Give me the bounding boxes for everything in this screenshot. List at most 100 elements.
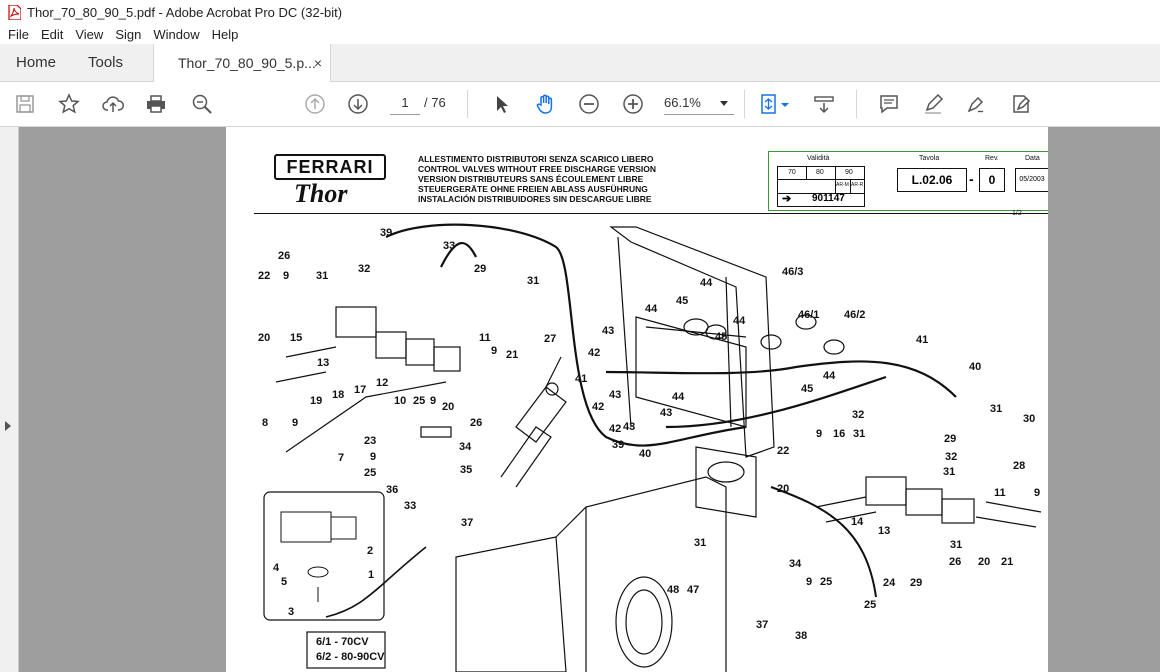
- zoom-out-icon[interactable]: [577, 92, 601, 116]
- callout-34: 34: [459, 441, 472, 453]
- callout-44c: 44: [672, 391, 685, 403]
- fit-page-icon[interactable]: [757, 92, 781, 116]
- expand-arrow-icon: [5, 421, 11, 431]
- callout-45: 45: [676, 295, 689, 307]
- left-panel-toggle[interactable]: [0, 127, 19, 672]
- callout-16: 16: [833, 428, 846, 440]
- tab-bar: Home Tools Thor_70_80_90_5.p... ×: [0, 44, 1160, 82]
- menu-edit[interactable]: Edit: [35, 27, 69, 42]
- callout-41b: 41: [916, 334, 929, 346]
- save-icon[interactable]: [13, 92, 37, 116]
- callout-46-3: 46/3: [782, 266, 804, 278]
- callout-9e: 9: [370, 451, 377, 463]
- tab-home[interactable]: Home: [16, 44, 56, 81]
- zoom-in-icon[interactable]: [621, 92, 645, 116]
- callout-31: 31: [527, 275, 540, 287]
- exploded-parts-drawing: [263, 223, 1042, 672]
- close-tab-icon[interactable]: ×: [314, 55, 322, 71]
- menu-bar: File Edit View Sign Window Help: [0, 24, 1160, 44]
- menu-help[interactable]: Help: [206, 27, 245, 42]
- callout-40: 40: [639, 448, 652, 460]
- callout-25: 25: [413, 395, 426, 407]
- toolbar-divider: [744, 90, 745, 118]
- callout-43d: 43: [623, 421, 636, 433]
- comment-icon[interactable]: [877, 92, 901, 116]
- menu-file[interactable]: File: [0, 27, 35, 42]
- zoom-out-magnifier-icon[interactable]: [190, 92, 214, 116]
- callout-21: 21: [506, 349, 519, 361]
- callout-5: 5: [281, 576, 288, 588]
- callout-35: 35: [460, 464, 473, 476]
- callout-42b: 42: [592, 401, 605, 413]
- menu-sign[interactable]: Sign: [109, 27, 147, 42]
- zoom-level-select[interactable]: 66.1%: [664, 92, 734, 115]
- menu-window[interactable]: Window: [147, 27, 205, 42]
- callout-31c: 31: [990, 403, 1003, 415]
- callout-20c: 20: [777, 483, 790, 495]
- callout-1: 1: [368, 569, 375, 581]
- inset-caption-80-90cv: 6/2 - 80-90CV: [316, 651, 385, 663]
- callout-41: 41: [575, 373, 588, 385]
- callout-25c: 25: [820, 576, 833, 588]
- callout-3: 3: [288, 606, 295, 618]
- callout-29b: 29: [944, 433, 957, 445]
- upload-cloud-icon[interactable]: [101, 92, 125, 116]
- callout-45b: 45: [715, 331, 728, 343]
- callout-44d: 44: [733, 315, 746, 327]
- edit-pdf-icon[interactable]: [1009, 92, 1033, 116]
- callout-44e: 44: [823, 370, 836, 382]
- window-title: Thor_70_80_90_5.pdf - Adobe Acrobat Pro …: [27, 4, 343, 20]
- callout-9c: 9: [430, 395, 437, 407]
- callout-32b: 32: [852, 409, 865, 421]
- menu-view[interactable]: View: [69, 27, 109, 42]
- callout-9d: 9: [292, 417, 299, 429]
- callout-9f: 9: [816, 428, 823, 440]
- callout-20d: 20: [978, 556, 991, 568]
- next-page-icon[interactable]: [346, 92, 370, 116]
- callout-22: 22: [258, 270, 271, 282]
- callout-31f: 31: [950, 539, 963, 551]
- callout-20b: 20: [442, 401, 455, 413]
- callout-45c: 45: [801, 383, 814, 395]
- callout-21b: 21: [1001, 556, 1014, 568]
- callout-14: 14: [851, 516, 864, 528]
- title-bar: Thor_70_80_90_5.pdf - Adobe Acrobat Pro …: [0, 0, 1160, 24]
- highlight-pen-icon[interactable]: [921, 92, 945, 116]
- scroll-mode-icon[interactable]: [812, 92, 836, 116]
- callout-26c: 26: [949, 556, 962, 568]
- fit-options-dropdown-icon[interactable]: [780, 92, 790, 116]
- print-icon[interactable]: [144, 92, 168, 116]
- previous-page-icon[interactable]: [303, 92, 327, 116]
- page-number-input[interactable]: 1: [390, 92, 420, 115]
- callout-37: 37: [461, 517, 474, 529]
- callout-29: 29: [474, 263, 487, 275]
- callout-11: 11: [479, 332, 491, 344]
- callout-28: 28: [1013, 460, 1026, 472]
- callout-19: 19: [310, 395, 323, 407]
- tab-document-label: Thor_70_80_90_5.p...: [178, 55, 316, 71]
- toolbar-divider: [467, 90, 468, 118]
- callout-40b: 40: [969, 361, 982, 373]
- callout-33: 33: [443, 240, 456, 252]
- callout-7: 7: [338, 452, 345, 464]
- callout-13: 13: [317, 357, 330, 369]
- bookmark-star-icon[interactable]: [57, 92, 81, 116]
- callout-38: 38: [795, 630, 808, 642]
- callout-33b: 33: [404, 500, 417, 512]
- callout-31e: 31: [853, 428, 866, 440]
- callout-42c: 42: [609, 423, 622, 435]
- callout-2: 2: [367, 545, 374, 557]
- callout-46-1: 46/1: [798, 309, 820, 321]
- sign-pen-icon[interactable]: [964, 92, 988, 116]
- callout-25d: 25: [864, 599, 877, 611]
- tab-document[interactable]: Thor_70_80_90_5.p... ×: [153, 44, 331, 82]
- select-cursor-icon[interactable]: [489, 92, 513, 116]
- callout-29c: 29: [910, 577, 923, 589]
- callout-9h: 9: [806, 576, 813, 588]
- callout-10: 10: [394, 395, 407, 407]
- callout-8: 8: [262, 417, 269, 429]
- callout-22b: 22: [777, 445, 790, 457]
- zoom-level-value: 66.1%: [664, 95, 701, 110]
- hand-tool-icon[interactable]: [533, 92, 557, 116]
- tab-tools[interactable]: Tools: [88, 44, 123, 81]
